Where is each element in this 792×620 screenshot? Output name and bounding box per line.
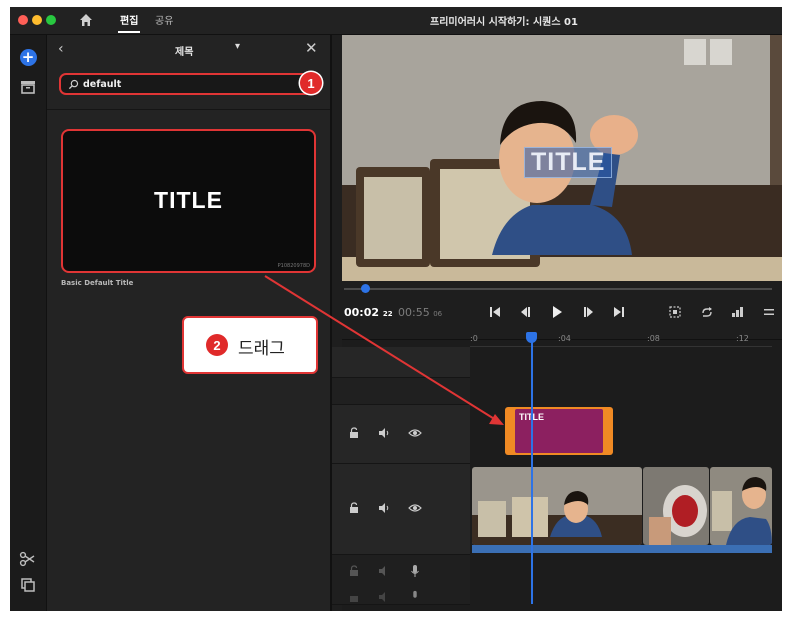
fit-frame-icon[interactable]	[668, 305, 682, 319]
track-header-empty	[332, 347, 470, 378]
total-duration: 00:55 06	[398, 306, 443, 319]
minimize-window-button[interactable]	[32, 15, 42, 25]
playhead-handle[interactable]	[526, 332, 537, 343]
search-icon	[68, 79, 79, 90]
title-clip-body: TITLE	[515, 409, 603, 453]
search-box[interactable]	[59, 73, 321, 95]
lock-icon[interactable]	[348, 502, 360, 514]
window-title: 프리미어러시 시작하기: 시퀀스 01	[430, 17, 578, 28]
step-forward-icon[interactable]	[582, 305, 596, 319]
search-input[interactable]	[83, 77, 283, 92]
mic-icon[interactable]	[410, 564, 420, 578]
template-code: P10820978D	[277, 263, 310, 269]
template-preview-text: TITLE	[154, 187, 223, 213]
tab-edit[interactable]: 편집	[117, 12, 141, 33]
tool-rail: +	[10, 35, 47, 611]
template-thumbnail[interactable]: TITLE P10820978D	[61, 129, 316, 273]
chevron-down-icon[interactable]: ▾	[235, 41, 240, 52]
current-timecode: 00:02 22	[344, 306, 393, 319]
go-to-end-icon[interactable]	[612, 305, 626, 319]
template-name: Basic Default Title	[61, 279, 134, 287]
close-icon[interactable]: ✕	[305, 39, 318, 57]
speaker-icon[interactable]	[378, 427, 390, 439]
video-preview[interactable]: TITLE	[342, 35, 782, 281]
go-to-start-icon[interactable]	[488, 305, 502, 319]
layers-icon[interactable]	[18, 575, 38, 595]
eye-icon[interactable]	[408, 502, 422, 514]
step-back-icon[interactable]	[518, 305, 532, 319]
video-clip-thumbnail	[472, 467, 642, 545]
panel-divider	[47, 109, 330, 110]
back-icon[interactable]: ‹	[58, 41, 64, 57]
title-bar: 편집 공유 프리미어러시 시작하기: 시퀀스 01	[10, 7, 782, 35]
lock-icon[interactable]	[348, 591, 360, 603]
playhead-line[interactable]	[531, 334, 533, 604]
speaker-icon[interactable]	[378, 502, 390, 514]
menu-icon[interactable]	[762, 305, 776, 319]
zoom-window-button[interactable]	[46, 15, 56, 25]
loop-icon[interactable]	[700, 305, 714, 319]
media-icon[interactable]	[18, 77, 38, 97]
track-header-spacer	[332, 378, 470, 405]
play-icon[interactable]	[550, 305, 564, 319]
preview-title-overlay[interactable]: TITLE	[524, 147, 613, 178]
panel-title[interactable]: 제목	[175, 43, 193, 58]
home-icon[interactable]	[78, 12, 94, 28]
drag-callout: 2 드래그	[182, 316, 318, 374]
ruler-tick: :0	[470, 334, 478, 343]
step-badge-2: 2	[206, 334, 228, 356]
eye-icon[interactable]	[408, 427, 422, 439]
lock-icon[interactable]	[348, 565, 360, 577]
scrubber-track[interactable]	[344, 288, 772, 290]
panel-header: ‹ 제목 ▾ ✕	[47, 35, 330, 63]
video-clip[interactable]	[710, 467, 772, 545]
scrubber-handle[interactable]	[360, 284, 370, 293]
ruler-tick: :04	[558, 334, 571, 343]
add-icon[interactable]: +	[18, 47, 38, 67]
drag-label: 드래그	[238, 339, 285, 359]
track-header-title	[332, 405, 470, 464]
ruler-tick: :12	[736, 334, 749, 343]
video-clip-thumbnail	[643, 467, 709, 545]
speaker-icon[interactable]	[378, 565, 390, 577]
step-badge-1: 1	[300, 72, 322, 94]
lock-icon[interactable]	[348, 427, 360, 439]
video-clip[interactable]	[472, 467, 642, 545]
timeline-ruler[interactable]	[470, 332, 772, 347]
mic-icon[interactable]	[410, 590, 420, 602]
video-clip-thumbnail	[710, 467, 772, 545]
ruler-tick: :08	[647, 334, 660, 343]
close-window-button[interactable]	[18, 15, 28, 25]
video-clip[interactable]	[643, 467, 709, 545]
title-clip[interactable]: TITLE	[505, 407, 613, 455]
speaker-icon[interactable]	[378, 591, 390, 603]
tab-share[interactable]: 공유	[155, 12, 173, 27]
scissors-icon[interactable]	[18, 549, 38, 569]
audio-waveform[interactable]	[472, 545, 772, 553]
track-header-video	[332, 464, 470, 555]
volume-level-icon[interactable]	[730, 305, 744, 319]
track-header-audio	[332, 555, 470, 605]
